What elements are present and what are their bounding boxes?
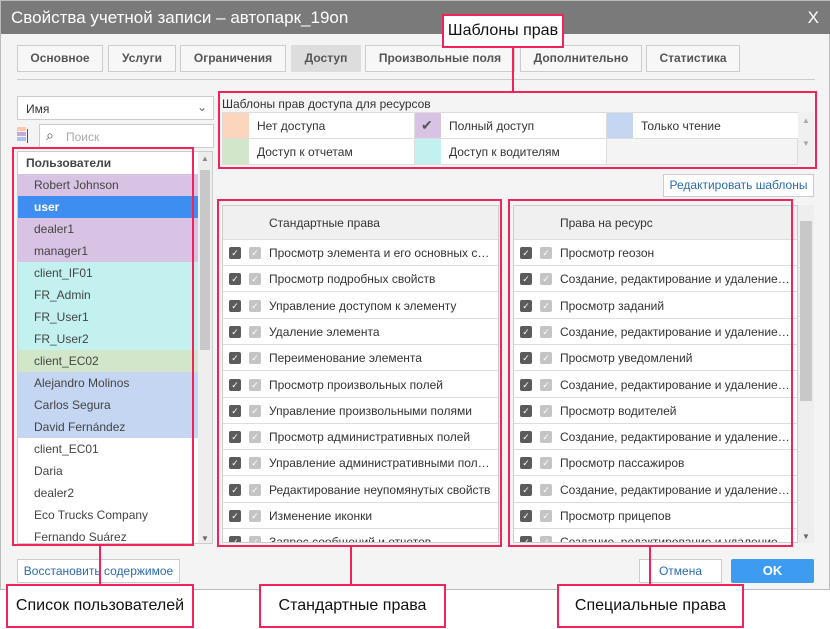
callout-line bbox=[512, 47, 514, 92]
chevron-down-icon: ⌄ bbox=[196, 100, 207, 114]
cancel-button[interactable]: Отмена bbox=[639, 559, 722, 583]
tab-services[interactable]: Услуги bbox=[108, 45, 176, 72]
close-icon[interactable]: X bbox=[808, 1, 819, 34]
ok-button[interactable]: OK bbox=[731, 559, 814, 583]
search-icon: ⌕ bbox=[46, 127, 54, 143]
tab-basic[interactable]: Основное bbox=[17, 45, 103, 72]
tabs-divider bbox=[17, 79, 815, 80]
tab-advanced[interactable]: Дополнительно bbox=[520, 45, 642, 72]
callout-line bbox=[350, 546, 352, 586]
rights-scrollbar[interactable]: ▼ bbox=[798, 205, 814, 543]
tab-access[interactable]: Доступ bbox=[291, 45, 361, 72]
search-placeholder: Поиск bbox=[66, 130, 100, 144]
sort-select-value: Имя bbox=[26, 102, 50, 116]
standard-highlight bbox=[217, 199, 502, 547]
sort-select[interactable]: Имя ⌄ bbox=[17, 96, 214, 120]
callout-standard: Стандартные права bbox=[259, 584, 446, 628]
tab-restrictions[interactable]: Ограничения bbox=[180, 45, 286, 72]
special-highlight bbox=[508, 199, 793, 547]
callout-line bbox=[99, 545, 101, 585]
edit-templates-button[interactable]: Редактировать шаблоны bbox=[663, 174, 814, 197]
callout-line bbox=[649, 546, 651, 586]
callout-templates: Шаблоны прав bbox=[442, 14, 564, 48]
callout-users: Список пользователей bbox=[6, 584, 194, 628]
search-input[interactable]: ⌕ Поиск bbox=[39, 124, 214, 148]
user-list-scrollbar[interactable]: ▲ ▼ bbox=[198, 152, 212, 543]
tab-custom-fields[interactable]: Произвольные поля bbox=[365, 45, 515, 72]
color-sort-icon[interactable] bbox=[17, 127, 31, 145]
tab-statistics[interactable]: Статистика bbox=[646, 45, 740, 72]
dialog-title: Свойства учетной записи – автопарк_19on bbox=[1, 1, 830, 34]
callout-special: Специальные права bbox=[557, 584, 744, 628]
templates-highlight bbox=[218, 91, 817, 169]
users-highlight bbox=[12, 147, 194, 546]
